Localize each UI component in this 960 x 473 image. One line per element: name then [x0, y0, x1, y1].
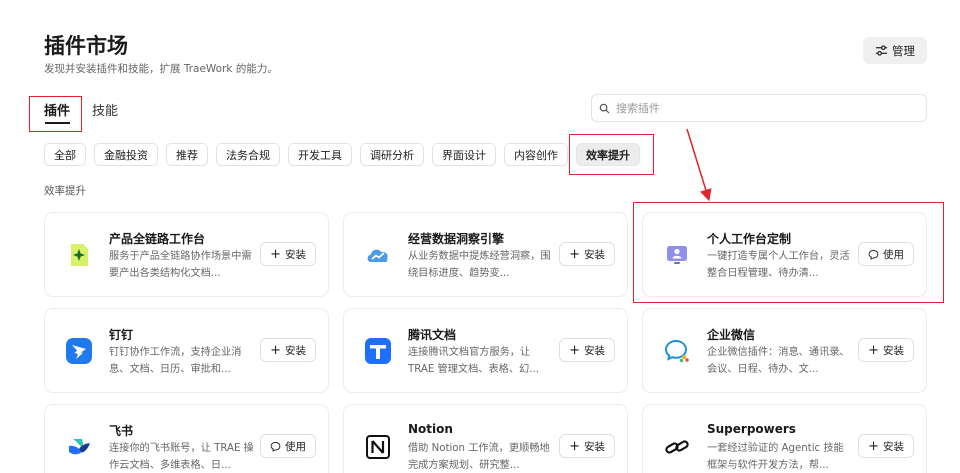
button-label: 安装: [584, 440, 605, 453]
plugin-card[interactable]: 腾讯文档 连接腾讯文档官方服务，让 TRAE 管理文档、表格、幻... + 安装: [343, 308, 628, 393]
button-label: 安装: [285, 248, 306, 261]
plugin-card[interactable]: 钉钉 钉钉协作工作流，支持企业消息、文档、日历、审批和... + 安装: [44, 308, 329, 393]
plugin-description: 服务于产品全链路协作场景中需要产出各类结构化文档...: [109, 251, 252, 279]
chip-finance[interactable]: 金融投资: [94, 143, 158, 166]
chip-research[interactable]: 调研分析: [360, 143, 424, 166]
search-icon: [599, 103, 610, 113]
wecom-icon: [663, 337, 691, 365]
plus-icon: +: [569, 246, 580, 262]
plus-icon: +: [868, 438, 879, 454]
annotation-box-chip: [569, 134, 654, 175]
search-input[interactable]: [616, 101, 916, 115]
cloud-chart-icon: [364, 241, 392, 269]
section-label: 效率提升: [44, 185, 86, 197]
plugin-card[interactable]: 产品全链路工作台 服务于产品全链路协作场景中需要产出各类结构化文档... + 安…: [44, 212, 329, 297]
button-label: 安装: [883, 440, 904, 453]
page-subtitle: 发现并安装插件和技能，扩展 TraeWork 的能力。: [44, 63, 278, 75]
plus-icon: +: [270, 342, 281, 358]
button-label: 安装: [584, 344, 605, 357]
install-button[interactable]: + 安装: [858, 434, 914, 458]
plugin-name: 经营数据洞察引擎: [408, 232, 505, 246]
chip-recommended[interactable]: 推荐: [166, 143, 208, 166]
annotation-box-tab: [29, 96, 82, 132]
chip-legal[interactable]: 法务合规: [216, 143, 280, 166]
annotation-box-card: [633, 202, 944, 303]
plugin-description: 连接你的飞书账号，让 TRAE 操作云文档、多维表格、日...: [109, 443, 254, 471]
manage-button[interactable]: 管理: [863, 37, 927, 64]
plugin-description: 一套经过验证的 Agentic 技能框架与软件开发方法，帮...: [707, 443, 844, 471]
use-button[interactable]: 使用: [260, 434, 316, 458]
plugin-name: 腾讯文档: [408, 328, 457, 342]
plugin-description: 借助 Notion 工作流，更顺畅地完成方案规划、研究整...: [408, 443, 550, 471]
plugin-name: Notion: [408, 422, 453, 436]
install-button[interactable]: + 安装: [559, 338, 615, 362]
install-button[interactable]: + 安装: [260, 338, 316, 362]
spark-doc-icon: [65, 241, 93, 269]
plugin-card[interactable]: 经营数据洞察引擎 从业务数据中提炼经营洞察，围绕目标进度、趋势变... + 安装: [343, 212, 628, 297]
plugin-description: 连接腾讯文档官方服务，让 TRAE 管理文档、表格、幻...: [408, 347, 539, 375]
chip-dev-tools[interactable]: 开发工具: [288, 143, 352, 166]
chat-icon: [270, 441, 281, 452]
button-label: 使用: [285, 440, 306, 453]
plus-icon: +: [270, 246, 281, 262]
plugin-card[interactable]: Notion 借助 Notion 工作流，更顺畅地完成方案规划、研究整... +…: [343, 404, 628, 473]
install-button[interactable]: + 安装: [559, 242, 615, 266]
link-chain-icon: [663, 433, 691, 461]
plugin-card[interactable]: Superpowers 一套经过验证的 Agentic 技能框架与软件开发方法，…: [642, 404, 927, 473]
notion-icon: [364, 433, 392, 461]
category-chips: 全部 金融投资 推荐 法务合规 开发工具 调研分析 界面设计 内容创作 效率提升: [44, 143, 640, 166]
plugin-description: 企业微信插件：消息、通讯录、会议、日程、待办、文...: [707, 347, 850, 375]
plugin-name: 飞书: [109, 424, 134, 438]
plugin-name: 钉钉: [109, 328, 134, 342]
plugin-name: 企业微信: [707, 328, 756, 342]
search-box[interactable]: [591, 94, 927, 122]
chip-content[interactable]: 内容创作: [504, 143, 568, 166]
install-button[interactable]: + 安装: [559, 434, 615, 458]
button-label: 安装: [285, 344, 306, 357]
page-title: 插件市场: [44, 34, 128, 58]
feishu-icon: [65, 433, 93, 461]
install-button[interactable]: + 安装: [260, 242, 316, 266]
plugin-name: Superpowers: [707, 422, 796, 436]
button-label: 安装: [883, 344, 904, 357]
plugin-card[interactable]: 飞书 连接你的飞书账号，让 TRAE 操作云文档、多维表格、日... 使用: [44, 404, 329, 473]
tencent-docs-icon: [364, 337, 392, 365]
dingtalk-icon: [65, 337, 93, 365]
plus-icon: +: [868, 342, 879, 358]
tab-skills[interactable]: 技能: [92, 100, 118, 119]
plus-icon: +: [569, 438, 580, 454]
plus-icon: +: [569, 342, 580, 358]
plugin-description: 钉钉协作工作流，支持企业消息、文档、日历、审批和...: [109, 347, 242, 375]
plugin-card[interactable]: 企业微信 企业微信插件：消息、通讯录、会议、日程、待办、文... + 安装: [642, 308, 927, 393]
manage-label: 管理: [892, 43, 915, 58]
chip-all[interactable]: 全部: [44, 143, 86, 166]
button-label: 安装: [584, 248, 605, 261]
sliders-icon: [875, 45, 888, 56]
install-button[interactable]: + 安装: [858, 338, 914, 362]
chip-ui-design[interactable]: 界面设计: [432, 143, 496, 166]
plugin-name: 产品全链路工作台: [109, 232, 206, 246]
plugin-description: 从业务数据中提炼经营洞察，围绕目标进度、趋势变...: [408, 251, 551, 279]
